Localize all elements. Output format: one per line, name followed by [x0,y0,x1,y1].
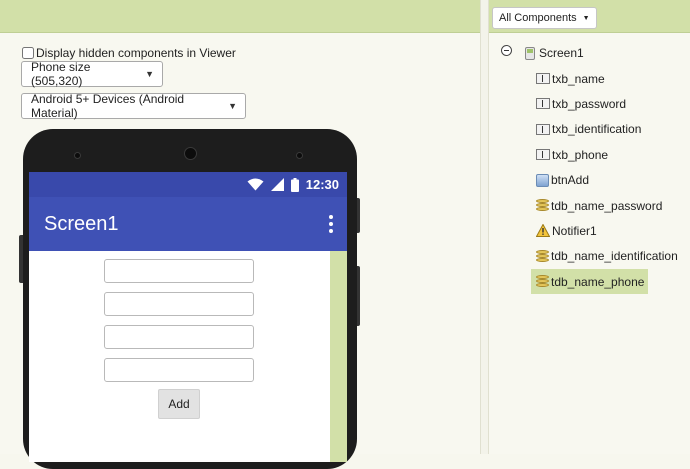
display-hidden-option[interactable]: Display hidden components in Viewer [22,45,236,61]
screen-icon [525,46,535,60]
phone-sensor-icon [74,152,81,159]
phone-size-select[interactable]: Phone size (505,320) ▼ [21,60,163,88]
tree-item-label: txb_password [552,96,627,111]
chevron-down-icon: ▼ [145,69,154,79]
signal-icon [270,178,284,191]
textbox-icon [536,98,550,110]
phone-size-value: Phone size (505,320) [31,60,91,88]
tree-item-label: Screen1 [539,46,584,60]
tree-item-label: txb_name [552,71,605,86]
display-hidden-checkbox[interactable] [22,47,34,59]
textbox-password[interactable] [104,292,254,316]
tree-item[interactable]: txb_identification [531,117,645,142]
wifi-icon [247,178,264,191]
viewer-header-bar [0,0,480,33]
tinydb-icon [536,275,549,288]
add-button[interactable]: Add [158,389,200,419]
textbox-identification[interactable] [104,325,254,349]
components-header-bar: All Components ▼ [489,0,690,33]
tree-item-label: tdb_name_phone [551,274,645,289]
tree-item[interactable]: Notifier1 [531,218,601,243]
textbox-name[interactable] [104,259,254,283]
tree-item[interactable]: txb_phone [531,142,612,167]
tree-item[interactable]: tdb_name_phone [531,269,649,295]
textbox-icon [536,149,550,161]
tree-item[interactable]: btnAdd [531,168,593,193]
tree-item-label: txb_identification [552,122,642,137]
status-bar: 12:30 [29,172,347,197]
textbox-phone[interactable] [104,358,254,382]
viewer-panel: Display hidden components in Viewer Phon… [0,0,480,469]
tree-item-label: btnAdd [551,173,590,188]
tree-item[interactable]: txb_name [531,66,609,91]
app-bar: Screen1 [29,197,347,251]
theme-select[interactable]: Android 5+ Devices (Android Material) ▼ [21,92,246,120]
tree-item[interactable]: tdb_name_password [531,193,666,218]
textbox-icon [536,123,550,135]
chevron-down-icon: ▼ [228,101,237,111]
tree-item-label: tdb_name_password [551,198,663,213]
tree-item[interactable]: tdb_name_identification [531,244,682,269]
display-hidden-label: Display hidden components in Viewer [36,46,236,60]
textbox-icon [536,73,550,84]
phone-sensor-icon [296,152,303,159]
panel-divider[interactable] [480,0,489,454]
overflow-menu-icon[interactable] [329,215,333,233]
button-icon [536,173,549,187]
all-components-label: All Components [499,12,577,24]
theme-value: Android 5+ Devices (Android Material) [31,92,185,120]
phone-screen: 12:30 Screen1 Add [29,172,347,462]
phone-camera-icon [184,147,197,160]
app-title: Screen1 [44,212,119,235]
tree-item-screen1[interactable]: Screen1 [525,43,584,63]
battery-icon [290,177,299,192]
status-time: 12:30 [305,177,339,192]
caret-down-icon: ▼ [582,14,590,22]
screen-scrollbar[interactable] [330,251,347,462]
tree-item-label: Notifier1 [552,223,597,238]
components-panel: All Components ▼ Screen1 txb_name txb_pas… [489,0,690,454]
all-components-button[interactable]: All Components ▼ [492,7,597,29]
notifier-icon [536,224,550,238]
tree-item-label: tdb_name_identification [551,249,678,264]
tree-item[interactable]: txb_password [531,91,630,116]
collapse-icon[interactable] [501,45,512,56]
tinydb-icon [536,199,549,212]
tree-item-label: txb_phone [552,147,609,162]
tinydb-icon [536,249,549,263]
